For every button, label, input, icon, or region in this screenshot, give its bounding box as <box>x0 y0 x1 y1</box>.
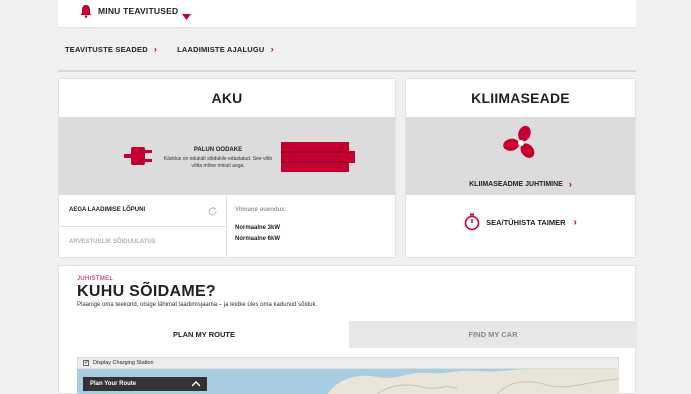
battery-title: AKU <box>211 90 243 106</box>
plug-icon <box>124 145 154 172</box>
link-label: TEAVITUSTE SEADED <box>65 44 148 54</box>
tab-plan-my-route[interactable]: PLAN MY ROUTE <box>59 321 349 348</box>
climate-panel: KLIIMASEADE KLIIMASEADME JUHTIMINE › SEA… <box>405 78 636 258</box>
climate-control-link[interactable]: KLIIMASEADME JUHTIMINE › <box>406 179 635 189</box>
last-update-label: Viimane uuendus: <box>235 207 287 213</box>
please-wait-text: Käsklus on edukalt sõidukile edastatud. … <box>163 156 273 169</box>
bell-icon <box>80 4 92 23</box>
time-to-charge-label: AEGA LAADIMISE LÕPUNI <box>69 207 146 213</box>
fan-icon <box>503 125 539 166</box>
checkbox[interactable]: ✓ <box>83 360 89 366</box>
route-planner-panel: JUHISTMEL KUHU SÕIDAME? Plaanige oma tee… <box>58 265 637 394</box>
link-notification-settings[interactable]: TEAVITUSTE SEADED › <box>65 44 157 54</box>
climate-control-area[interactable]: KLIIMASEADME JUHTIMINE › <box>406 117 635 195</box>
estimated-range-label: ARVESTUSLIK SÕIDUULATUS <box>69 239 156 245</box>
normal-3kw: Normaalne 3kW <box>235 225 281 231</box>
route-subtitle: Plaanige oma teekond, otsige lähimat laa… <box>77 302 318 308</box>
climate-control-label: KLIIMASEADME JUHTIMINE <box>469 180 563 188</box>
plan-your-route-box[interactable]: Plan Your Route <box>83 377 207 391</box>
settings-links: TEAVITUSTE SEADED › LAADIMISTE AJALUGU › <box>65 44 294 54</box>
chevron-right-icon: › <box>153 44 158 54</box>
route-overline: JUHISTMEL <box>77 276 114 282</box>
normal-6kw: Normaalne 6kW <box>235 236 281 242</box>
timer-icon <box>464 213 480 231</box>
display-charging-label: Display Charging Station <box>93 360 154 366</box>
chevron-up-icon <box>192 381 200 387</box>
please-wait-title: PALUN OODAKE <box>193 147 243 153</box>
plan-your-route-label: Plan Your Route <box>90 381 137 387</box>
link-label: LAADIMISTE AJALUGU <box>177 44 265 54</box>
divider <box>58 70 636 72</box>
estimated-range-row: ARVESTUSLIK SÕIDUULATUS <box>59 227 227 258</box>
battery-icon <box>281 142 357 177</box>
route-heading: KUHU SÕIDAME? <box>77 283 217 300</box>
refresh-icon[interactable] <box>207 204 218 222</box>
charging-status-area: PALUN OODAKE Käsklus on edukalt sõidukil… <box>59 117 395 195</box>
notifications-bar[interactable]: MINU TEAVITUSED <box>58 0 636 28</box>
climate-title: KLIIMASEADE <box>471 90 570 106</box>
chevron-right-icon: › <box>270 44 274 54</box>
display-charging-station-toggle[interactable]: ✓ Display Charging Station <box>77 357 619 369</box>
chevron-down-icon[interactable] <box>182 7 191 25</box>
timer-link[interactable]: SEA/TÜHISTA TAIMER › <box>406 213 635 231</box>
battery-panel: AKU PALUN OODAKE Käsklus on edukalt sõid… <box>58 78 396 258</box>
link-charging-history[interactable]: LAADIMISTE AJALUGU › <box>177 44 274 54</box>
time-to-charge-row: AEGA LAADIMISE LÕPUNI <box>59 195 227 227</box>
notifications-label: MINU TEAVITUSED <box>98 6 179 16</box>
timer-label: SEA/TÜHISTA TAIMER <box>486 217 566 227</box>
chevron-right-icon: › <box>573 216 577 228</box>
tab-find-my-car[interactable]: FIND MY CAR <box>349 321 637 348</box>
chevron-right-icon: › <box>568 179 572 189</box>
